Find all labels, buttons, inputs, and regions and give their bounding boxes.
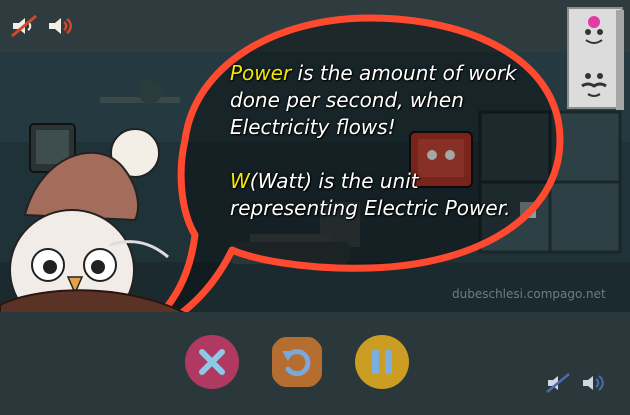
game-stage: Power is the amount of work done per sec… [0,0,630,415]
mood-card[interactable] [566,6,626,112]
dialogue-paragraph-1: Power is the amount of work done per sec… [230,60,550,141]
sound-off-icon[interactable] [545,372,571,394]
sound-on-icon[interactable] [580,372,606,394]
close-button[interactable] [183,333,241,391]
sound-on-icon[interactable] [46,14,74,38]
dialogue-paragraph-2: W(Watt) is the unit representing Electri… [230,168,550,222]
sound-off-icon[interactable] [10,14,38,38]
restart-button[interactable] [268,333,326,391]
power-keyword: Power [230,61,292,85]
watt-keyword: W [230,169,250,193]
watermark: dubeschlesi.compago.net [452,287,606,301]
watt-definition: (Watt) is the unit representing Electric… [230,169,511,220]
dialogue-text: Power is the amount of work done per sec… [230,60,550,222]
pause-button[interactable] [353,333,411,391]
